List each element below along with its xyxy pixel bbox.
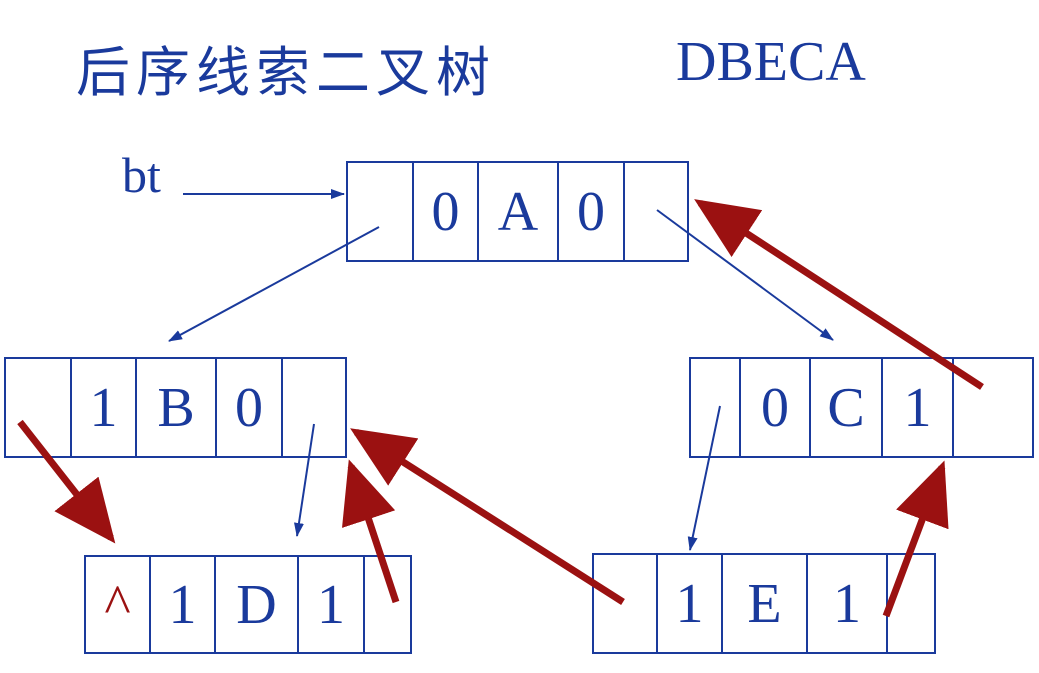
diagram-canvas: 后序线索二叉树 DBECA bt 0 A 0 1 B 0 0 C 1 ^ 1 D… (0, 0, 1039, 673)
thread-link-d-b (342, 459, 400, 604)
thread-link-c-a (694, 199, 984, 390)
link-layer (17, 189, 984, 618)
child-link-b-d (294, 423, 315, 537)
thread-link-b-d (17, 419, 116, 544)
thread-link-e-c (882, 460, 949, 618)
thread-link-e-b (350, 428, 625, 605)
child-link-a-b (168, 226, 380, 342)
child-link-c-e (687, 405, 721, 551)
